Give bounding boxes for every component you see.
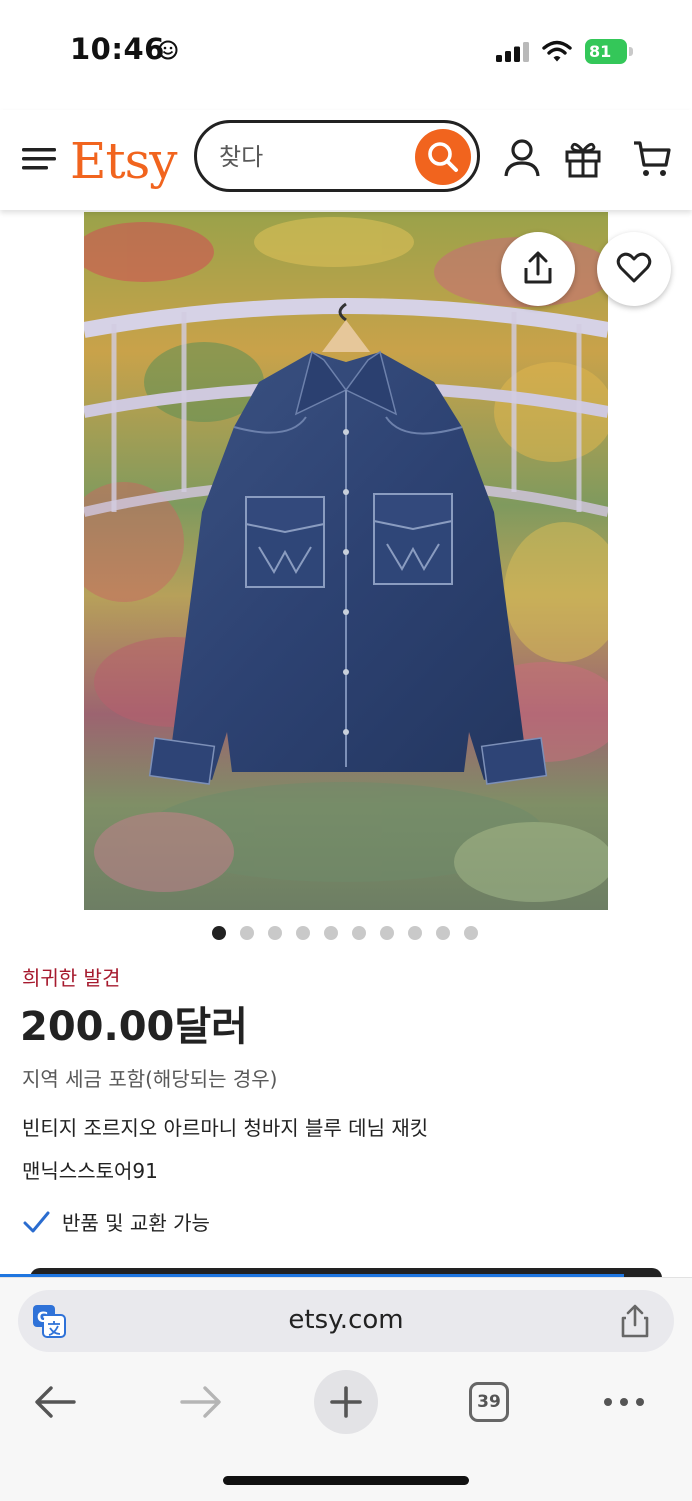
share-button[interactable] xyxy=(501,232,575,306)
carousel-dot[interactable] xyxy=(296,926,310,940)
carousel-dot[interactable] xyxy=(464,926,478,940)
new-tab-button[interactable] xyxy=(314,1370,378,1434)
listing-price: 200.00달러 xyxy=(20,1004,248,1050)
check-icon xyxy=(23,1211,50,1233)
product-photo xyxy=(84,212,608,910)
returns-info: 반품 및 교환 가능 xyxy=(62,1211,210,1235)
heart-icon xyxy=(616,252,652,283)
search-bar[interactable] xyxy=(194,120,480,192)
share-icon xyxy=(524,251,552,284)
forward-arrow-icon[interactable] xyxy=(178,1384,222,1420)
carousel-dot[interactable] xyxy=(408,926,422,940)
etsy-logo[interactable]: Etsy xyxy=(70,132,177,190)
carousel-dot[interactable] xyxy=(352,926,366,940)
carousel-dot[interactable] xyxy=(436,926,450,940)
plus-icon xyxy=(330,1386,362,1418)
product-image[interactable] xyxy=(84,212,608,910)
url-text: etsy.com xyxy=(288,1305,404,1335)
search-input[interactable] xyxy=(217,135,411,179)
user-icon[interactable] xyxy=(503,138,541,178)
carousel-dot[interactable] xyxy=(324,926,338,940)
carousel-dot[interactable] xyxy=(212,926,226,940)
address-bar[interactable]: G etsy.com xyxy=(18,1290,674,1352)
status-time: 10:46 xyxy=(70,32,165,66)
cart-icon[interactable] xyxy=(632,138,672,178)
gift-icon[interactable] xyxy=(564,138,602,178)
search-icon xyxy=(428,142,458,172)
search-button[interactable] xyxy=(415,129,471,185)
browser-toolbar: G etsy.com 39 xyxy=(0,1277,692,1501)
carousel-dot[interactable] xyxy=(380,926,394,940)
favorite-button[interactable] xyxy=(597,232,671,306)
back-arrow-icon[interactable] xyxy=(34,1384,78,1420)
rare-find-badge: 희귀한 발견 xyxy=(22,966,121,990)
browser-nav-row: 39 xyxy=(0,1370,692,1434)
battery-icon: 81 xyxy=(585,39,635,64)
shop-name-link[interactable]: 맨닉스스토어91 xyxy=(22,1155,158,1184)
share-icon[interactable] xyxy=(620,1304,650,1338)
carousel-dot[interactable] xyxy=(240,926,254,940)
more-icon[interactable] xyxy=(602,1392,646,1412)
status-bar: 10:46 81 xyxy=(0,0,692,100)
smiley-icon xyxy=(158,40,178,60)
listing-title: 빈티지 조르지오 아르마니 청바지 블루 데님 재킷 xyxy=(22,1116,429,1140)
image-carousel-dots xyxy=(212,926,478,940)
battery-tip xyxy=(629,47,633,56)
wifi-icon xyxy=(542,40,572,62)
tab-count-button[interactable]: 39 xyxy=(469,1382,509,1422)
home-indicator xyxy=(223,1476,469,1485)
battery-level: 81 xyxy=(585,39,627,64)
menu-icon[interactable] xyxy=(22,144,56,174)
signal-icon xyxy=(496,42,529,62)
tax-note: 지역 세금 포함(해당되는 경우) xyxy=(22,1067,278,1091)
site-header: Etsy xyxy=(0,110,692,210)
carousel-dot[interactable] xyxy=(268,926,282,940)
